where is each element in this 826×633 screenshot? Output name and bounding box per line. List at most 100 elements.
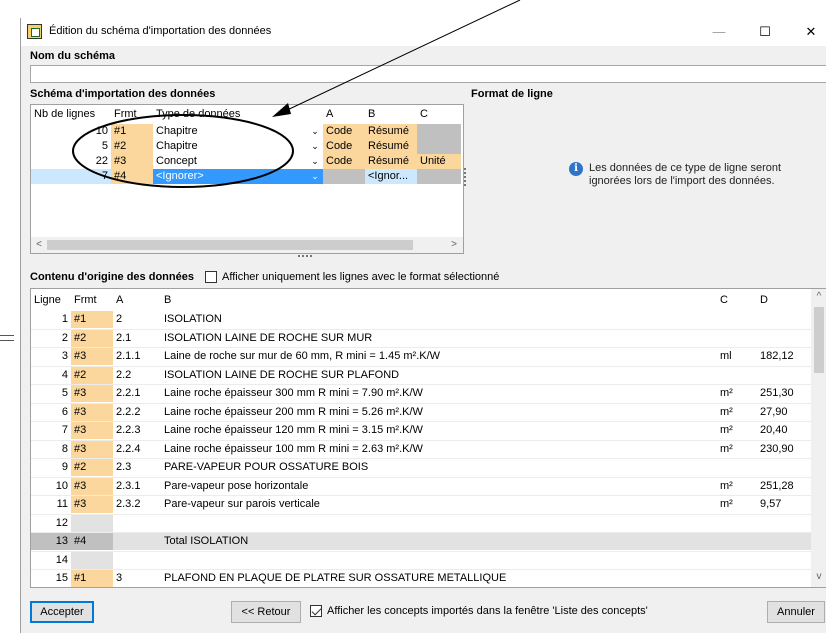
scroll-thumb[interactable] bbox=[47, 240, 413, 250]
data-cell bbox=[757, 459, 811, 476]
data-cell: 2.2.3 bbox=[116, 424, 141, 436]
data-cell bbox=[113, 533, 161, 550]
accept-button[interactable]: Accepter bbox=[30, 601, 94, 623]
data-cell: #3 bbox=[71, 385, 113, 402]
data-header-cell: B bbox=[161, 291, 717, 309]
data-cell: 20,40 bbox=[760, 424, 788, 436]
splitter-handle-horizontal[interactable] bbox=[298, 255, 312, 257]
data-cell: 2 bbox=[116, 313, 123, 325]
schema-header-cell: Frmt bbox=[111, 105, 153, 123]
data-cell bbox=[717, 311, 757, 328]
data-cell: #2 bbox=[71, 329, 113, 347]
data-cell: 10 bbox=[55, 479, 68, 492]
close-button[interactable]: ✕ bbox=[789, 18, 826, 46]
data-vscroll[interactable]: ^ v bbox=[811, 289, 826, 587]
type-dropdown-button[interactable]: ⌄ bbox=[307, 139, 323, 154]
data-cell: m² bbox=[720, 405, 733, 418]
data-cell bbox=[757, 367, 811, 384]
schema-cell: #2 bbox=[111, 139, 153, 154]
data-cell: 3 bbox=[116, 572, 123, 584]
type-dropdown[interactable]: Chapitre bbox=[153, 124, 307, 139]
data-cell: #2 bbox=[71, 366, 113, 384]
data-cell bbox=[757, 570, 811, 587]
data-cell: 7 bbox=[61, 424, 68, 436]
app-icon bbox=[27, 24, 42, 39]
chevron-down-icon[interactable]: ⌄ bbox=[311, 141, 319, 151]
minimize-button[interactable]: — bbox=[697, 18, 741, 46]
back-button[interactable]: << Retour bbox=[231, 601, 301, 623]
origin-content-label: Contenu d'origine des données bbox=[30, 271, 194, 283]
data-cell: 6 bbox=[61, 405, 68, 418]
data-cell: 2.3.2 bbox=[116, 498, 141, 510]
data-cell: 251,28 bbox=[760, 479, 794, 492]
data-cell: 230,90 bbox=[760, 442, 794, 455]
type-dropdown-button[interactable]: ⌄ bbox=[307, 124, 323, 139]
data-header-cell: C bbox=[717, 291, 757, 309]
scroll-right-icon[interactable]: > bbox=[447, 239, 461, 250]
vscroll-thumb[interactable] bbox=[814, 307, 824, 373]
schema-cell: 22 bbox=[95, 155, 108, 167]
data-cell: ISOLATION LAINE DE ROCHE SUR PLAFOND bbox=[164, 368, 400, 381]
data-cell: 9 bbox=[61, 461, 68, 473]
splitter-handle[interactable] bbox=[464, 168, 467, 186]
type-dropdown-button[interactable]: ⌄ bbox=[307, 154, 323, 169]
schema-cell: Code bbox=[323, 139, 365, 154]
schema-header-cell: B bbox=[365, 105, 417, 123]
data-cell bbox=[717, 515, 757, 532]
schema-cell: <Ignor... bbox=[365, 169, 417, 184]
data-cell bbox=[717, 552, 757, 569]
data-cell bbox=[161, 552, 717, 569]
only-selected-checkbox[interactable] bbox=[205, 271, 217, 283]
info-icon: i bbox=[569, 162, 583, 176]
data-cell bbox=[757, 552, 811, 569]
schema-header-cell: Type de données bbox=[153, 105, 323, 123]
data-cell: 3 bbox=[61, 350, 68, 362]
maximize-button[interactable]: ☐ bbox=[743, 18, 787, 46]
schema-name-label: Nom du schéma bbox=[30, 50, 115, 62]
data-cell: #3 bbox=[71, 403, 113, 421]
data-cell: 8 bbox=[61, 442, 68, 455]
type-dropdown[interactable]: Chapitre bbox=[153, 139, 307, 154]
schema-name-input[interactable] bbox=[30, 65, 826, 83]
data-cell: Pare-vapeur sur parois verticale bbox=[164, 498, 320, 510]
data-cell bbox=[717, 570, 757, 587]
schema-hscroll[interactable]: < > bbox=[31, 237, 463, 253]
scroll-down-icon[interactable]: v bbox=[812, 571, 826, 582]
data-cell bbox=[717, 459, 757, 476]
data-cell: 5 bbox=[61, 387, 68, 399]
data-header-cell: A bbox=[113, 291, 161, 309]
type-dropdown[interactable]: <Ignorer> bbox=[153, 169, 307, 184]
chevron-down-icon[interactable]: ⌄ bbox=[311, 156, 319, 166]
schema-cell bbox=[417, 124, 461, 139]
schema-header-cell: C bbox=[417, 105, 461, 123]
chevron-down-icon[interactable]: ⌄ bbox=[311, 171, 319, 181]
data-cell: 251,30 bbox=[760, 387, 794, 399]
data-cell: 4 bbox=[61, 368, 68, 381]
data-cell: 9,57 bbox=[760, 498, 782, 510]
data-cell: 2.1 bbox=[116, 331, 132, 344]
data-cell bbox=[71, 551, 113, 569]
data-cell bbox=[757, 311, 811, 328]
data-cell: 2.2 bbox=[116, 368, 132, 381]
data-cell bbox=[717, 330, 757, 347]
data-cell: Laine roche épaisseur 200 mm R mini = 5.… bbox=[164, 405, 423, 418]
scroll-up-icon[interactable]: ^ bbox=[812, 291, 826, 302]
schema-cell: 5 bbox=[101, 140, 108, 152]
scroll-left-icon[interactable]: < bbox=[32, 239, 46, 250]
line-format-label: Format de ligne bbox=[471, 88, 553, 100]
data-cell: 11 bbox=[56, 498, 68, 510]
chevron-down-icon[interactable]: ⌄ bbox=[311, 126, 319, 136]
type-dropdown[interactable]: Concept bbox=[153, 154, 307, 169]
schema-cell bbox=[417, 139, 461, 154]
window-title: Édition du schéma d'importation des donn… bbox=[49, 25, 272, 37]
data-cell: Laine roche épaisseur 100 mm R mini = 2.… bbox=[164, 442, 423, 455]
cancel-button[interactable]: Annuler bbox=[767, 601, 825, 623]
data-cell bbox=[161, 515, 717, 532]
data-cell: 27,90 bbox=[760, 405, 788, 418]
schema-grid: Nb de lignes Frmt Type de données A B C 10 #1 Ch… bbox=[30, 104, 464, 254]
info-message: Les données de ce type de ligne seront i… bbox=[589, 162, 782, 187]
show-concepts-checkbox[interactable] bbox=[310, 605, 322, 617]
type-dropdown-button[interactable]: ⌄ bbox=[307, 169, 323, 184]
schema-header-cell: Nb de lignes bbox=[31, 105, 111, 123]
data-cell bbox=[113, 515, 161, 532]
